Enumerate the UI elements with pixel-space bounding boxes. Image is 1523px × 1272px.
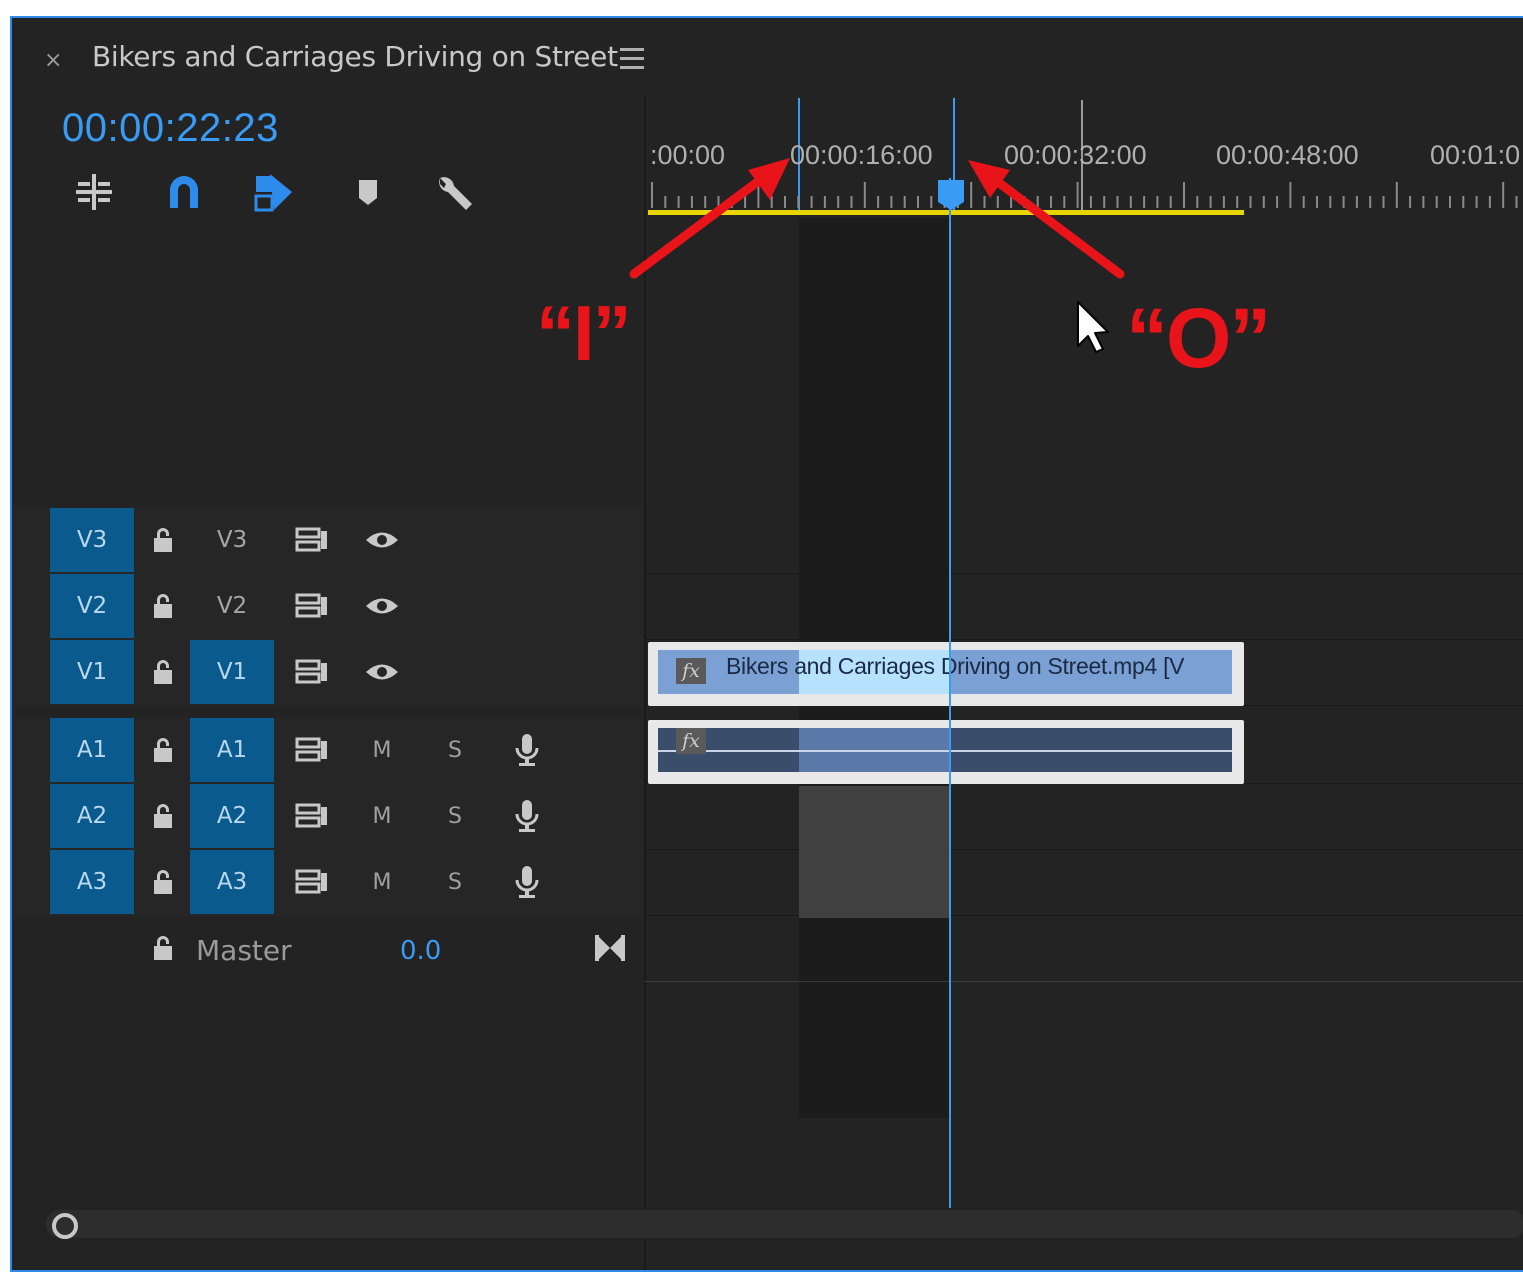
- track-header-a3: A3 A3 M S: [12, 850, 644, 916]
- track-row-v2: V2 V2: [12, 574, 1523, 640]
- lock-icon[interactable]: [136, 850, 190, 914]
- sync-lock-icon[interactable]: [284, 718, 340, 782]
- track-target-a3[interactable]: A3: [190, 850, 274, 914]
- close-tab-button[interactable]: ×: [44, 48, 62, 73]
- ruler-label-1: 00:00:16:00: [790, 140, 933, 170]
- sync-lock-icon[interactable]: [284, 574, 340, 638]
- add-marker-icon[interactable]: [346, 170, 390, 214]
- timeline-settings-wrench-icon[interactable]: [432, 170, 476, 214]
- source-patch-a2[interactable]: A2: [50, 784, 134, 848]
- lock-icon[interactable]: [136, 640, 190, 704]
- fx-badge: fx: [676, 658, 706, 684]
- solo-button[interactable]: S: [430, 850, 480, 914]
- track-target-v1[interactable]: V1: [190, 640, 274, 704]
- mute-button[interactable]: M: [356, 718, 408, 782]
- audio-clip[interactable]: fx: [648, 720, 1244, 784]
- eye-icon[interactable]: [356, 640, 408, 704]
- source-patch-v1[interactable]: V1: [50, 640, 134, 704]
- microphone-icon[interactable]: [500, 850, 554, 914]
- linked-selection-icon[interactable]: [252, 170, 296, 214]
- lock-icon[interactable]: [136, 574, 190, 638]
- sequence-tab-title[interactable]: Bikers and Carriages Driving on Street: [92, 40, 618, 73]
- ruler-label-0: :00:00: [650, 140, 726, 170]
- track-row-a3: A3 A3 M S: [12, 850, 1523, 916]
- eye-icon[interactable]: [356, 508, 408, 572]
- in-out-audio-shade: [799, 786, 951, 918]
- track-header-a2: A2 A2 M S: [12, 784, 644, 850]
- go-to-in-out-icon[interactable]: [590, 916, 630, 980]
- video-clip[interactable]: fx Bikers and Carriages Driving on Stree…: [648, 642, 1244, 706]
- lock-icon[interactable]: [136, 916, 190, 980]
- track-header-v3: V3 V3: [12, 508, 644, 574]
- lock-icon[interactable]: [136, 718, 190, 782]
- sync-lock-icon[interactable]: [284, 784, 340, 848]
- source-patch-v2[interactable]: V2: [50, 574, 134, 638]
- ruler-label-3: 00:00:48:00: [1216, 140, 1359, 170]
- eye-icon[interactable]: [356, 574, 408, 638]
- fx-badge: fx: [676, 728, 706, 754]
- ruler-label-2: 00:00:32:00: [1004, 140, 1147, 170]
- source-patch-a1[interactable]: A1: [50, 718, 134, 782]
- sync-lock-icon[interactable]: [284, 508, 340, 572]
- in-point-annotation: “I”: [536, 289, 632, 377]
- playhead-timecode[interactable]: 00:00:22:23: [62, 106, 279, 151]
- audio-clip-body: fx: [658, 728, 1232, 772]
- solo-button[interactable]: S: [430, 718, 480, 782]
- track-header-v2: V2 V2: [12, 574, 644, 640]
- audio-volume-line: [658, 750, 1232, 752]
- master-track-label: Master: [196, 934, 292, 967]
- lock-icon[interactable]: [136, 508, 190, 572]
- mute-button[interactable]: M: [356, 850, 408, 914]
- lock-icon[interactable]: [136, 784, 190, 848]
- timeline-panel: × Bikers and Carriages Driving on Street…: [10, 16, 1523, 1272]
- master-volume-value[interactable]: 0.0: [400, 936, 441, 966]
- track-header-master: [12, 916, 644, 982]
- track-row-a2: A2 A2 M S: [12, 784, 1523, 850]
- source-patch-a3[interactable]: A3: [50, 850, 134, 914]
- mute-button[interactable]: M: [356, 784, 408, 848]
- microphone-icon[interactable]: [500, 784, 554, 848]
- insert-nest-icon[interactable]: [72, 170, 116, 214]
- microphone-icon[interactable]: [500, 718, 554, 782]
- sync-lock-icon[interactable]: [284, 640, 340, 704]
- track-row-v3: V3 V3: [12, 508, 1523, 574]
- snap-magnet-icon[interactable]: [162, 170, 206, 214]
- track-header-a1: A1 A1 M S: [12, 718, 644, 784]
- track-header-v1: V1 V1: [12, 640, 644, 706]
- playhead-line[interactable]: [949, 178, 951, 1208]
- track-target-a1[interactable]: A1: [190, 718, 274, 782]
- solo-button[interactable]: S: [430, 784, 480, 848]
- playhead-handle-icon[interactable]: [936, 178, 966, 212]
- track-target-v2[interactable]: V2: [190, 574, 274, 638]
- sync-lock-icon[interactable]: [284, 850, 340, 914]
- video-clip-name: Bikers and Carriages Driving on Street.m…: [726, 653, 1185, 679]
- panel-menu-icon[interactable]: [620, 48, 644, 75]
- ruler-label-4: 00:01:0: [1430, 140, 1521, 170]
- video-clip-body: fx Bikers and Carriages Driving on Stree…: [658, 650, 1232, 694]
- out-point-annotation: “O”: [1126, 291, 1271, 385]
- horizontal-zoom-scrollbar[interactable]: [46, 1210, 1523, 1238]
- track-target-v3[interactable]: V3: [190, 508, 274, 572]
- track-target-a2[interactable]: A2: [190, 784, 274, 848]
- scrollbar-handle[interactable]: [52, 1213, 78, 1239]
- source-patch-v3[interactable]: V3: [50, 508, 134, 572]
